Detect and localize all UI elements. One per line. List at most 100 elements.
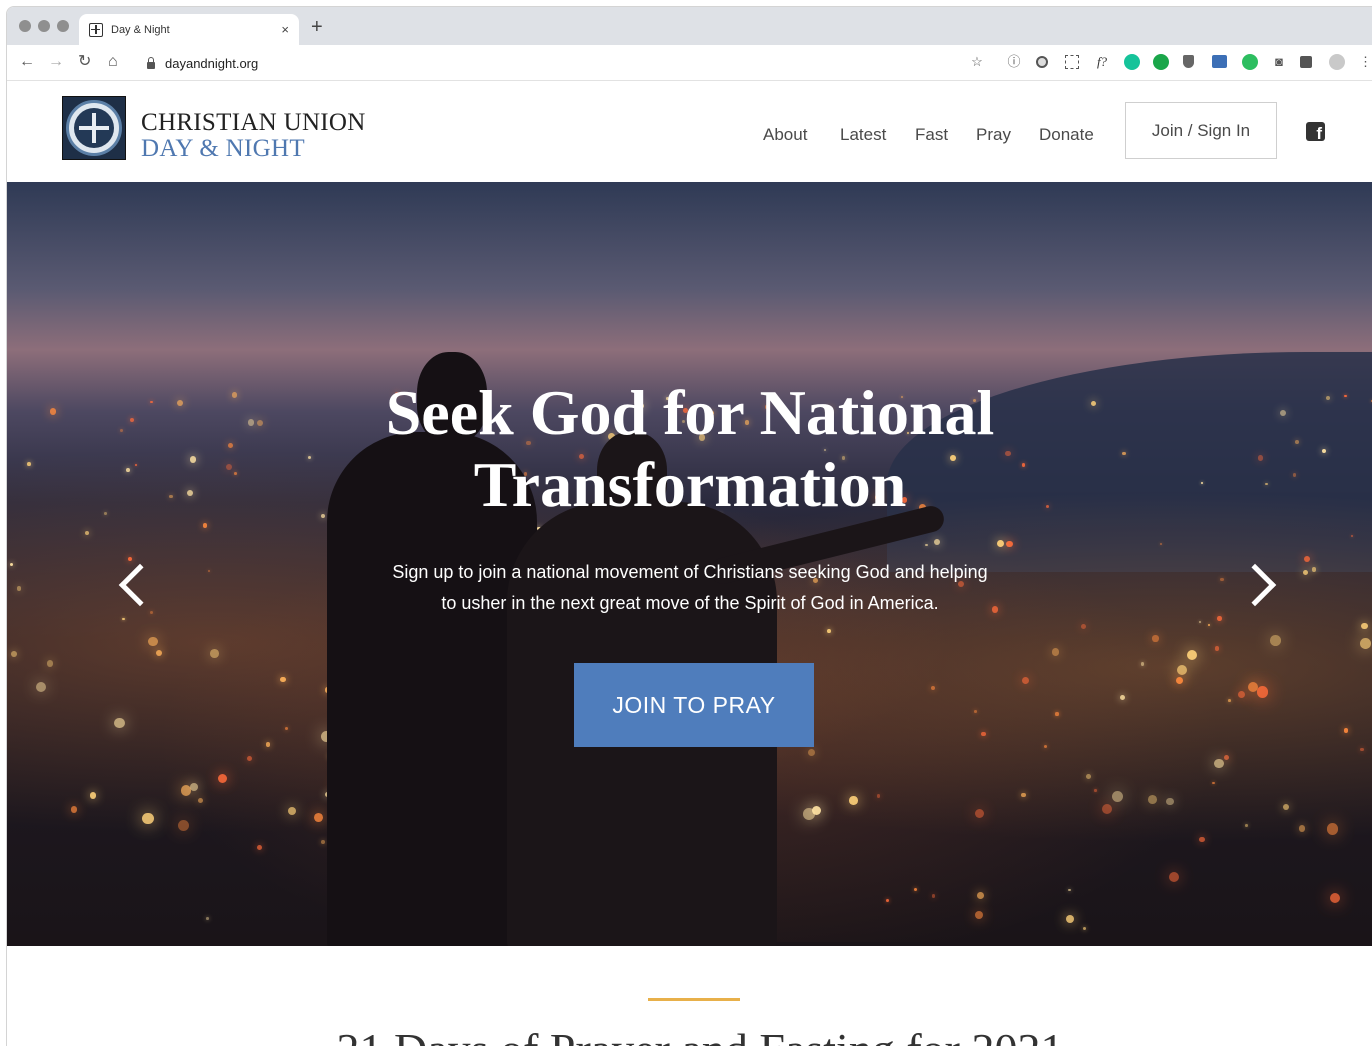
city-light — [49, 408, 57, 416]
browser-tab[interactable]: Day & Night × — [79, 14, 299, 45]
reload-icon[interactable]: ↻ — [78, 52, 91, 72]
city-light — [849, 796, 858, 805]
city-light — [148, 636, 158, 647]
browser-toolbar: ← → ↻ ⌂ dayandnight.org ☆ ⓘ f? ◙ ⋮ — [7, 45, 1372, 81]
section-divider — [648, 998, 740, 1001]
translate-icon[interactable] — [1212, 55, 1227, 68]
city-light — [1067, 888, 1071, 892]
city-light — [1220, 578, 1224, 582]
facebook-icon[interactable]: f — [1306, 122, 1325, 141]
window-close-dot[interactable] — [19, 20, 31, 32]
city-light — [1165, 797, 1174, 806]
city-light — [1065, 914, 1074, 923]
join-to-pray-button[interactable]: JOIN TO PRAY — [574, 663, 814, 747]
city-light — [1214, 646, 1220, 651]
city-light — [168, 494, 173, 499]
site-header: CHRISTIAN UNION DAY & NIGHT About Latest… — [7, 81, 1372, 182]
city-light — [210, 649, 219, 658]
window-minimize-dot[interactable] — [38, 20, 50, 32]
nav-about[interactable]: About — [763, 125, 807, 145]
profile-icon[interactable] — [1329, 54, 1345, 70]
city-light — [84, 530, 90, 536]
city-light — [1160, 542, 1163, 545]
city-light — [1344, 394, 1347, 398]
brand-name[interactable]: CHRISTIAN UNION — [141, 109, 366, 137]
city-light — [130, 417, 135, 422]
city-light — [885, 899, 889, 903]
window-zoom-dot[interactable] — [57, 20, 69, 32]
city-light — [205, 917, 209, 920]
check-icon[interactable] — [1153, 54, 1169, 70]
back-icon[interactable]: ← — [19, 52, 35, 72]
puzzle-icon[interactable] — [1300, 56, 1312, 68]
hero-subtitle: Sign up to join a national movement of C… — [340, 557, 1040, 619]
city-light — [1269, 634, 1281, 646]
evernote-icon[interactable] — [1242, 54, 1258, 70]
city-light — [234, 472, 238, 475]
new-tab-button[interactable]: + — [311, 17, 323, 37]
city-light — [256, 420, 264, 427]
city-light — [1343, 728, 1348, 733]
shield-icon[interactable] — [1183, 55, 1194, 68]
city-light — [46, 660, 53, 667]
nav-pray[interactable]: Pray — [976, 125, 1011, 145]
formula-icon[interactable]: f? — [1094, 54, 1110, 70]
hero-subtitle-line: Sign up to join a national movement of C… — [392, 562, 988, 582]
city-light — [1217, 616, 1222, 621]
city-light — [977, 892, 984, 899]
city-light — [104, 511, 107, 515]
city-light — [1055, 712, 1059, 716]
tab-close-icon[interactable]: × — [281, 22, 289, 37]
city-light — [11, 650, 17, 657]
menu-icon[interactable]: ⋮ — [1359, 54, 1372, 70]
logo-cross-icon[interactable] — [62, 96, 126, 160]
city-light — [190, 782, 198, 791]
join-sign-in-button[interactable]: Join / Sign In — [1125, 102, 1277, 159]
browser-window: Day & Night × + ← → ↻ ⌂ dayandnight.org … — [6, 6, 1372, 1046]
brand-subname[interactable]: DAY & NIGHT — [141, 135, 305, 163]
city-light — [247, 419, 255, 426]
star-icon[interactable]: ☆ — [969, 54, 985, 70]
city-light — [1292, 473, 1296, 477]
screenshot-icon[interactable] — [1065, 55, 1079, 69]
city-light — [122, 618, 125, 621]
city-light — [280, 676, 286, 683]
city-light — [1094, 789, 1097, 792]
city-light — [981, 731, 986, 737]
city-light — [1176, 664, 1187, 675]
city-light — [1326, 823, 1338, 835]
city-light — [876, 793, 881, 798]
lock-icon — [147, 56, 155, 69]
address-bar[interactable]: dayandnight.org — [137, 50, 967, 76]
city-light — [149, 400, 153, 404]
hero-subtitle-line: to usher in the next great move of the S… — [441, 593, 939, 613]
city-light — [1152, 635, 1159, 642]
site-favicon-icon — [89, 22, 103, 37]
section-title: 21 Days of Prayer and Fasting for 2021 — [290, 1023, 1110, 1046]
city-light — [974, 709, 977, 713]
city-light — [26, 462, 31, 466]
city-light — [808, 748, 815, 756]
tab-strip: Day & Night × + — [7, 7, 1372, 45]
password-icon[interactable]: ⓘ — [1006, 54, 1022, 70]
city-light — [120, 428, 124, 432]
city-light — [246, 755, 252, 761]
city-light — [1021, 793, 1026, 798]
grammarly-icon[interactable] — [1124, 54, 1140, 70]
city-light — [202, 523, 208, 528]
city-light — [320, 840, 325, 845]
forward-icon[interactable]: → — [48, 52, 64, 72]
nav-latest[interactable]: Latest — [840, 125, 886, 145]
circle-icon[interactable] — [1036, 56, 1048, 68]
city-light — [1360, 638, 1371, 650]
city-light — [1043, 744, 1047, 748]
city-light — [114, 717, 125, 729]
city-light — [1245, 824, 1248, 828]
city-light — [176, 400, 183, 407]
nav-fast[interactable]: Fast — [915, 125, 948, 145]
home-icon[interactable]: ⌂ — [108, 52, 118, 72]
city-light — [1198, 836, 1205, 843]
nav-donate[interactable]: Donate — [1039, 125, 1094, 145]
hero-title: Seek God for National Transformation — [290, 377, 1090, 521]
camera-icon[interactable]: ◙ — [1271, 54, 1287, 70]
